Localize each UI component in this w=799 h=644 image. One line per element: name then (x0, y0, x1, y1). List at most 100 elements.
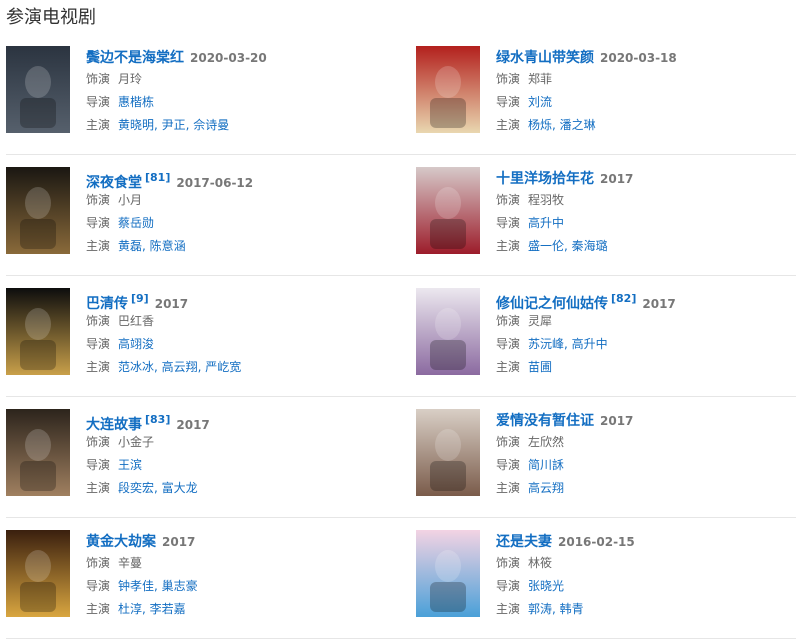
drama-poster[interactable] (416, 167, 480, 254)
director-label: 导演 (86, 458, 111, 472)
cast-link[interactable]: 苗圃 (528, 360, 552, 374)
director-link[interactable]: 简川訸 (528, 458, 564, 472)
cast-link[interactable]: 黄晓明, 尹正, 佘诗曼 (118, 118, 229, 132)
reference-sup[interactable]: [9] (131, 292, 149, 305)
cast-link[interactable]: 高云翔 (528, 481, 564, 495)
cast-line: 主演 苗圃 (496, 356, 796, 379)
release-date: 2017 (162, 535, 196, 549)
cast-label: 主演 (496, 481, 521, 495)
director-line: 导演 张晓光 (496, 575, 796, 598)
role-value: 巴红香 (118, 314, 155, 328)
cast-line: 主演 黄磊, 陈意涵 (86, 235, 386, 258)
director-link[interactable]: 王滨 (118, 458, 142, 472)
cast-line: 主演 杜淳, 李若嘉 (86, 598, 386, 621)
drama-poster[interactable] (6, 409, 70, 496)
release-date: 2017 (600, 414, 634, 428)
director-link[interactable]: 蔡岳勋 (118, 216, 154, 230)
drama-card: 黄金大劫案 2017 饰演 辛蔓 导演 钟孝佳, 巢志豪 主演 杜淳, 李若嘉 (6, 530, 386, 620)
title-line: 修仙记之何仙姑传 [82] 2017 (496, 288, 796, 312)
cast-label: 主演 (86, 239, 111, 253)
drama-poster[interactable] (416, 288, 480, 375)
drama-poster[interactable] (416, 46, 480, 133)
role-label: 饰演 (496, 193, 521, 207)
director-label: 导演 (496, 337, 521, 351)
title-line: 还是夫妻 2016-02-15 (496, 530, 796, 552)
role-label: 饰演 (86, 435, 111, 449)
drama-poster[interactable] (6, 167, 70, 254)
poster-image (6, 288, 70, 375)
tv-drama-grid: 鬓边不是海棠红 2020-03-20 饰演 月玲 导演 惠楷栋 主演 黄晓明, 尹正, 佘诗曼… (6, 34, 796, 639)
drama-title-link[interactable]: 爱情没有暂住证 (496, 413, 594, 429)
poster-image (416, 409, 480, 496)
role-label: 饰演 (86, 314, 111, 328)
drama-poster[interactable] (6, 288, 70, 375)
drama-info: 大连故事 [83] 2017 饰演 小金子 导演 王滨 主演 段奕宏, 富大龙 (86, 409, 386, 500)
drama-title-link[interactable]: 黄金大劫案 (86, 534, 156, 550)
director-link[interactable]: 张晓光 (528, 579, 564, 593)
release-date: 2017 (176, 418, 210, 432)
director-line: 导演 高翊浚 (86, 333, 386, 356)
director-link[interactable]: 惠楷栋 (118, 95, 154, 109)
director-link[interactable]: 刘流 (528, 95, 552, 109)
release-date: 2017 (600, 172, 634, 186)
cast-link[interactable]: 杜淳, 李若嘉 (118, 602, 186, 616)
drama-info: 修仙记之何仙姑传 [82] 2017 饰演 灵犀 导演 苏沅峰, 高升中 主演 苗圃 (496, 288, 796, 379)
director-link[interactable]: 钟孝佳, 巢志豪 (118, 579, 198, 593)
director-line: 导演 高升中 (496, 212, 796, 235)
release-date: 2017-06-12 (176, 176, 254, 190)
cast-link[interactable]: 杨烁, 潘之琳 (528, 118, 596, 132)
cast-link[interactable]: 段奕宏, 富大龙 (118, 481, 198, 495)
reference-sup[interactable]: [82] (611, 292, 636, 305)
role-value: 月玲 (118, 72, 143, 86)
director-link[interactable]: 高升中 (528, 216, 564, 230)
cast-link[interactable]: 范冰冰, 高云翔, 严屹宽 (118, 360, 241, 374)
role-value: 辛蔓 (118, 556, 143, 570)
drama-poster[interactable] (6, 530, 70, 617)
role-line: 饰演 左欣然 (496, 431, 796, 454)
reference-sup[interactable]: [83] (145, 413, 170, 426)
director-label: 导演 (496, 95, 521, 109)
director-link[interactable]: 高翊浚 (118, 337, 154, 351)
release-date: 2016-02-15 (558, 535, 635, 549)
cast-label: 主演 (86, 360, 111, 374)
role-line: 饰演 林筱 (496, 552, 796, 575)
drama-poster[interactable] (6, 46, 70, 133)
role-value: 程羽牧 (528, 193, 565, 207)
director-line: 导演 蔡岳勋 (86, 212, 386, 235)
reference-sup[interactable]: [81] (145, 171, 170, 184)
drama-row: 深夜食堂 [81] 2017-06-12 饰演 小月 导演 蔡岳勋 主演 黄磊, 陈意涵 十里洋场… (6, 155, 796, 276)
title-line: 爱情没有暂住证 2017 (496, 409, 796, 431)
role-line: 饰演 小金子 (86, 431, 386, 454)
director-link[interactable]: 苏沅峰, 高升中 (528, 337, 608, 351)
director-line: 导演 钟孝佳, 巢志豪 (86, 575, 386, 598)
drama-title-link[interactable]: 还是夫妻 (496, 534, 552, 550)
director-label: 导演 (86, 579, 111, 593)
cast-link[interactable]: 盛一伦, 秦海璐 (528, 239, 608, 253)
drama-poster[interactable] (416, 530, 480, 617)
director-line: 导演 惠楷栋 (86, 91, 386, 114)
role-label: 饰演 (86, 193, 111, 207)
poster-image (416, 167, 480, 254)
drama-title-link[interactable]: 绿水青山带笑颜 (496, 50, 594, 66)
director-line: 导演 刘流 (496, 91, 796, 114)
cast-link[interactable]: 黄磊, 陈意涵 (118, 239, 186, 253)
role-line: 饰演 辛蔓 (86, 552, 386, 575)
drama-info: 鬓边不是海棠红 2020-03-20 饰演 月玲 导演 惠楷栋 主演 黄晓明, 尹正, 佘诗曼 (86, 46, 386, 137)
section-title: 参演电视剧 (6, 7, 96, 28)
row-divider (6, 638, 796, 639)
drama-title-link[interactable]: 十里洋场拾年花 (496, 171, 594, 187)
cast-label: 主演 (496, 118, 521, 132)
role-line: 饰演 程羽牧 (496, 189, 796, 212)
release-date: 2017 (642, 297, 676, 311)
cast-label: 主演 (496, 239, 521, 253)
title-line: 十里洋场拾年花 2017 (496, 167, 796, 189)
cast-link[interactable]: 郭涛, 韩青 (528, 602, 584, 616)
director-label: 导演 (496, 458, 521, 472)
director-label: 导演 (86, 216, 111, 230)
release-date: 2020-03-20 (190, 51, 267, 65)
drama-title-link[interactable]: 鬓边不是海棠红 (86, 50, 184, 66)
drama-row: 巴清传 [9] 2017 饰演 巴红香 导演 高翊浚 主演 范冰冰, 高云翔, 严屹宽 修仙记之何… (6, 276, 796, 397)
drama-poster[interactable] (416, 409, 480, 496)
role-line: 饰演 小月 (86, 189, 386, 212)
drama-info: 黄金大劫案 2017 饰演 辛蔓 导演 钟孝佳, 巢志豪 主演 杜淳, 李若嘉 (86, 530, 386, 621)
